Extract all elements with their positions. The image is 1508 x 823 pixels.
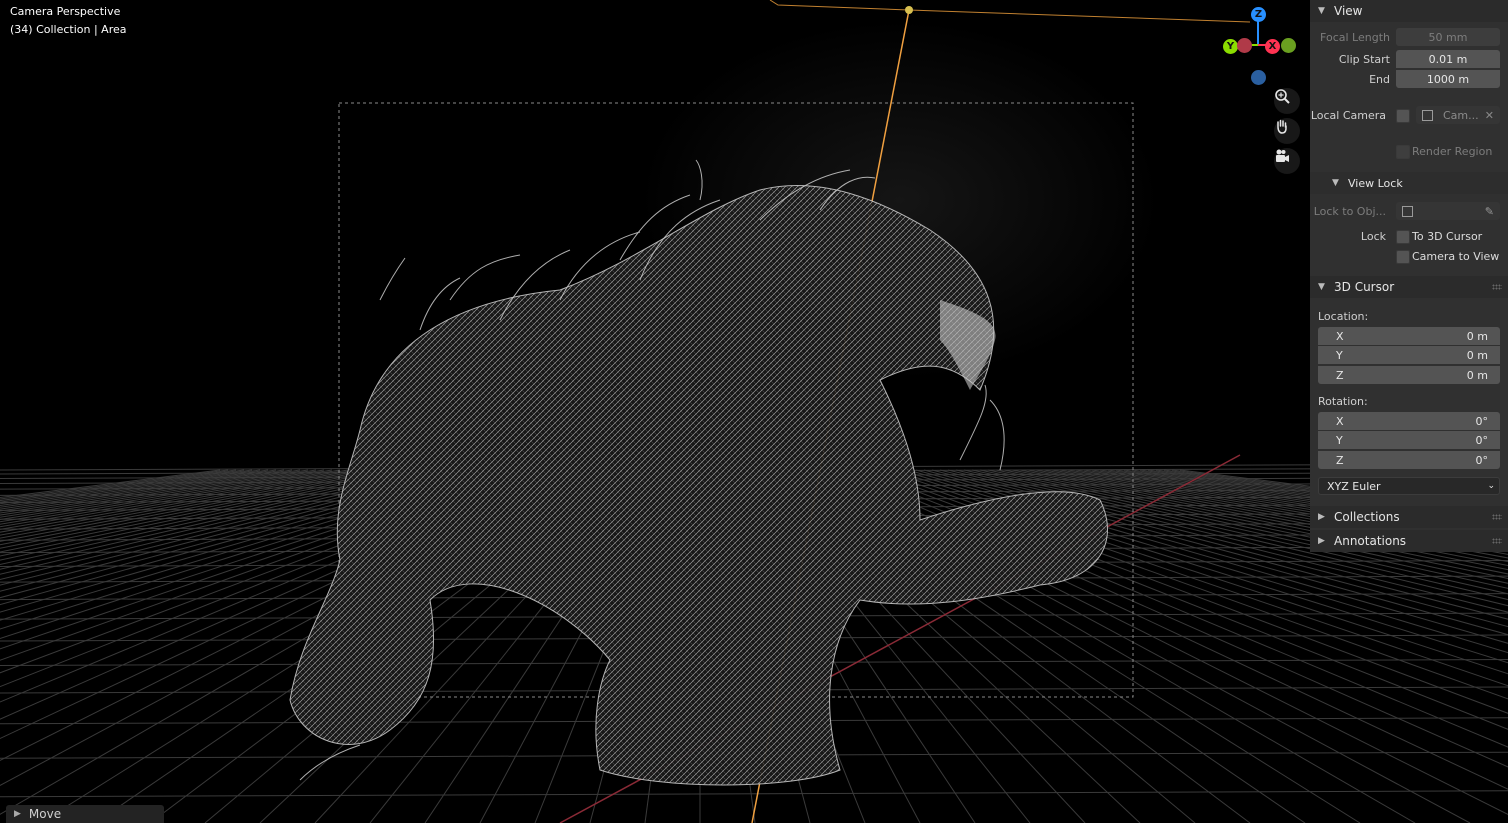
gizmo-neg-y-icon[interactable]	[1237, 38, 1252, 53]
clip-start-label: Clip Start	[1338, 53, 1390, 66]
lock-to-object-label: Lock to Obj...	[1313, 205, 1386, 218]
drag-grip-icon[interactable]	[1492, 538, 1502, 544]
lock-to-3d-cursor-checkbox[interactable]	[1396, 230, 1410, 244]
axis-label: X	[1336, 414, 1344, 428]
gizmo-z-icon[interactable]: Z	[1251, 7, 1266, 22]
clip-end-field[interactable]: 1000 m	[1396, 70, 1500, 88]
axis-value: 0 m	[1466, 368, 1488, 382]
cursor-panel-title: 3D Cursor	[1334, 280, 1395, 294]
gizmo-x-icon[interactable]: X	[1265, 39, 1280, 54]
focal-length-field[interactable]: 50 mm	[1396, 28, 1500, 46]
location-label: Location:	[1318, 310, 1369, 323]
axis-label: Z	[1336, 368, 1344, 382]
cursor-panel-header[interactable]: ▼ 3D Cursor	[1310, 276, 1508, 298]
annotations-panel-title: Annotations	[1334, 534, 1407, 548]
navigation-gizmo[interactable]: Z Y X	[1220, 5, 1300, 95]
expand-arrow-icon: ▼	[1318, 6, 1325, 16]
focal-length-label: Focal Length	[1320, 31, 1390, 44]
expand-arrow-icon: ▼	[1318, 282, 1325, 292]
camera-object-icon	[1422, 109, 1433, 121]
render-region-label: Render Region	[1412, 145, 1493, 158]
view-lock-title: View Lock	[1348, 176, 1403, 190]
clip-start-field[interactable]: 0.01 m	[1396, 50, 1500, 68]
local-camera-selector[interactable]: Cam... ✕	[1416, 106, 1500, 124]
camera-target-point	[905, 6, 913, 14]
cursor-location-x-field[interactable]: X 0 m	[1318, 327, 1500, 345]
local-camera-checkbox[interactable]	[1396, 109, 1410, 123]
view-lock-header[interactable]: ▼ View Lock	[1310, 172, 1508, 194]
gizmo-y-icon[interactable]: Y	[1223, 39, 1238, 54]
camera-to-view-label: Camera to View	[1412, 250, 1500, 263]
gizmo-neg-z-icon[interactable]	[1251, 70, 1266, 85]
collections-panel-title: Collections	[1334, 510, 1400, 524]
drag-grip-icon[interactable]	[1492, 514, 1502, 520]
cursor-rotation-z-field[interactable]: Z 0°	[1318, 451, 1500, 469]
drag-grip-icon[interactable]	[1492, 284, 1502, 290]
cursor-location-z-field[interactable]: Z 0 m	[1318, 366, 1500, 384]
cursor-rotation-x-field[interactable]: X 0°	[1318, 412, 1500, 430]
cursor-rotation-y-field[interactable]: Y 0°	[1318, 431, 1500, 449]
viewport-header-view-name: Camera Perspective	[10, 5, 121, 18]
rotation-mode-value: XYZ Euler	[1327, 479, 1381, 493]
chevron-down-icon: ⌄	[1487, 481, 1495, 491]
viewport-header-collection: (34) Collection | Area	[10, 23, 127, 36]
axis-value: 0°	[1475, 414, 1489, 428]
object-icon	[1402, 205, 1413, 217]
collapse-arrow-icon: ▶	[1318, 512, 1325, 522]
last-operator-label: Move	[28, 807, 62, 821]
zoom-icon[interactable]	[1274, 88, 1300, 114]
view-panel-title: View	[1334, 4, 1363, 18]
pan-hand-icon[interactable]	[1274, 118, 1300, 144]
collections-panel-header[interactable]: ▶ Collections	[1310, 506, 1508, 528]
rotation-mode-dropdown[interactable]: XYZ Euler ⌄	[1318, 477, 1500, 495]
camera-to-view-checkbox[interactable]	[1396, 250, 1410, 264]
local-camera-label: Local Camera	[1310, 109, 1386, 122]
axis-label: Z	[1336, 453, 1344, 467]
clear-icon[interactable]: ✕	[1485, 109, 1494, 122]
clip-end-label: End	[1369, 73, 1390, 86]
to-3d-cursor-label: To 3D Cursor	[1412, 230, 1483, 243]
axis-label: X	[1336, 329, 1344, 343]
axis-value: 0°	[1475, 453, 1489, 467]
last-operator-panel[interactable]: ▶ Move	[6, 805, 164, 823]
axis-value: 0 m	[1466, 329, 1488, 343]
expand-arrow-icon: ▼	[1332, 178, 1339, 188]
eyedropper-icon[interactable]: ✎	[1485, 205, 1494, 218]
render-region-checkbox[interactable]	[1396, 145, 1410, 159]
camera-view-icon[interactable]	[1274, 148, 1300, 174]
annotations-panel-header[interactable]: ▶ Annotations	[1310, 530, 1508, 552]
lock-label: Lock	[1360, 230, 1386, 243]
expand-arrow-icon: ▶	[14, 809, 21, 819]
axis-value: 0 m	[1466, 348, 1488, 362]
sidebar-panel: ▼ View Focal Length 50 mm Clip Start 0.0…	[1310, 0, 1508, 552]
lock-to-object-selector[interactable]: ✎	[1396, 202, 1500, 220]
rotation-label: Rotation:	[1318, 395, 1368, 408]
3d-viewport[interactable]: Camera Perspective (34) Collection | Are…	[0, 0, 1508, 823]
gizmo-neg-x-icon[interactable]	[1281, 38, 1296, 53]
local-camera-value: Cam...	[1443, 108, 1479, 122]
view-panel-header[interactable]: ▼ View	[1310, 0, 1508, 22]
cursor-location-y-field[interactable]: Y 0 m	[1318, 346, 1500, 364]
axis-label: Y	[1336, 348, 1343, 362]
axis-label: Y	[1336, 433, 1343, 447]
collapse-arrow-icon: ▶	[1318, 536, 1325, 546]
axis-value: 0°	[1475, 433, 1489, 447]
